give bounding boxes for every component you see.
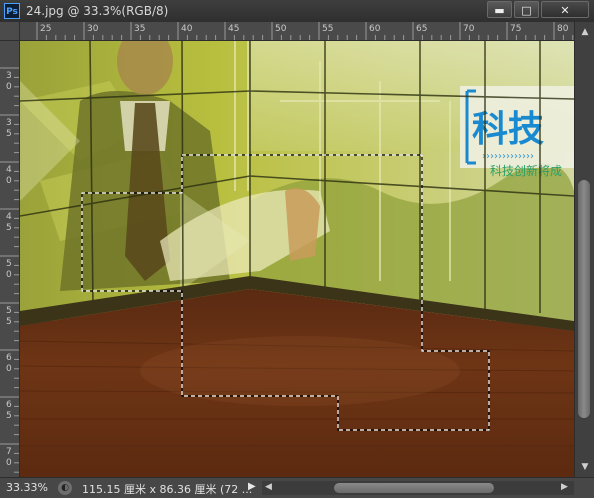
photoshop-app-icon: Ps bbox=[4, 3, 20, 19]
ruler-label: 40 bbox=[181, 24, 193, 34]
horizontal-scroll-thumb[interactable] bbox=[334, 483, 494, 493]
horizontal-ruler[interactable]: 25 30 35 40 45 50 55 60 65 70 75 80 bbox=[20, 22, 574, 41]
ruler-label: 6 0 bbox=[6, 353, 12, 374]
status-menu-arrow-icon[interactable]: ▶ bbox=[248, 481, 256, 492]
vertical-ruler[interactable]: 3 0 3 5 4 0 4 5 5 0 5 5 6 0 6 5 7 0 bbox=[0, 41, 20, 477]
ruler-label: 45 bbox=[228, 24, 240, 34]
scroll-right-icon[interactable]: ▶ bbox=[561, 482, 568, 492]
horizontal-ruler-ticks bbox=[36, 22, 574, 40]
ruler-label: 7 0 bbox=[6, 447, 12, 468]
ruler-label: 3 0 bbox=[6, 71, 12, 92]
sign-title: 科技 bbox=[472, 109, 544, 150]
ruler-label: 3 5 bbox=[6, 118, 12, 139]
document-title: 24.jpg @ 33.3%(RGB/8) bbox=[26, 4, 169, 18]
ruler-label: 4 0 bbox=[6, 165, 12, 186]
scroll-left-icon[interactable]: ◀ bbox=[265, 482, 272, 492]
close-button[interactable]: ✕ bbox=[541, 1, 589, 18]
photoshop-document-window: Ps 24.jpg @ 33.3%(RGB/8) ▬ □ ✕ 25 30 35 … bbox=[0, 0, 594, 498]
ruler-label: 65 bbox=[416, 24, 428, 34]
scroll-down-icon[interactable]: ▼ bbox=[575, 462, 594, 472]
title-bar[interactable]: Ps 24.jpg @ 33.3%(RGB/8) ▬ □ ✕ bbox=[0, 0, 594, 23]
ruler-origin-corner[interactable] bbox=[0, 22, 20, 41]
info-icon[interactable]: ◐ bbox=[58, 481, 72, 495]
sign-subtitle: 科技创新将成 bbox=[490, 163, 562, 178]
svg-text:›››››››››››››: ››››››››››››› bbox=[482, 151, 534, 162]
ruler-label: 30 bbox=[87, 24, 99, 34]
document-size: 115.15 厘米 x 86.36 厘米 (72 ... bbox=[82, 483, 253, 496]
scroll-up-icon[interactable]: ▲ bbox=[575, 27, 594, 37]
minimize-button[interactable]: ▬ bbox=[487, 1, 512, 18]
ruler-label: 25 bbox=[40, 24, 52, 34]
ruler-label: 6 5 bbox=[6, 400, 12, 421]
ruler-label: 70 bbox=[463, 24, 475, 34]
ruler-label: 55 bbox=[322, 24, 334, 34]
canvas-image: 科技 ››››››››››››› 科技创新将成 bbox=[20, 41, 574, 477]
vertical-scrollbar[interactable]: ▲ ▼ bbox=[574, 22, 594, 477]
ruler-label: 5 5 bbox=[6, 306, 12, 327]
ruler-label: 80 bbox=[557, 24, 569, 34]
ruler-label: 35 bbox=[134, 24, 146, 34]
ruler-label: 50 bbox=[275, 24, 287, 34]
zoom-level[interactable]: 33.33% bbox=[6, 481, 48, 494]
ruler-label: 5 0 bbox=[6, 259, 12, 280]
status-bar: 33.33% ◐ 115.15 厘米 x 86.36 厘米 (72 ... ▶ … bbox=[0, 477, 594, 498]
ruler-label: 75 bbox=[510, 24, 522, 34]
ruler-label: 4 5 bbox=[6, 212, 12, 233]
vertical-scroll-thumb[interactable] bbox=[578, 180, 590, 418]
maximize-button[interactable]: □ bbox=[514, 1, 539, 18]
horizontal-scrollbar[interactable]: ◀ ▶ bbox=[262, 481, 574, 495]
ruler-label: 60 bbox=[369, 24, 381, 34]
document-canvas[interactable]: 科技 ››››››››››››› 科技创新将成 bbox=[20, 41, 574, 477]
